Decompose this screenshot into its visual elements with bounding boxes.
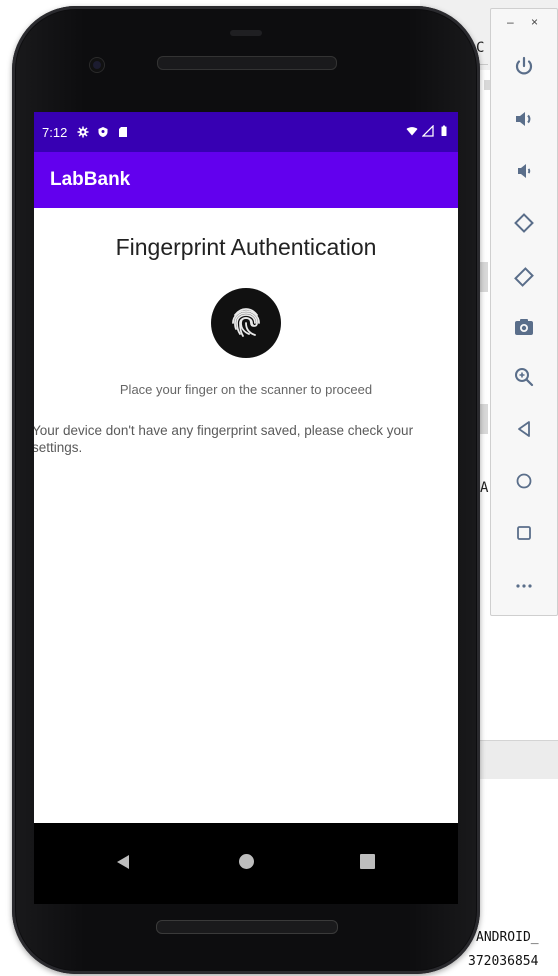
screenshot-button[interactable] [491, 305, 557, 349]
fingerprint-button[interactable] [211, 288, 281, 358]
zoom-in-icon [515, 368, 534, 387]
overview-button[interactable] [491, 511, 557, 555]
ide-scroll-mark [480, 404, 488, 434]
shield-icon [98, 127, 108, 137]
zoom-button[interactable] [491, 355, 557, 399]
overview-square-icon [517, 526, 531, 540]
nav-back-icon[interactable] [114, 853, 132, 871]
rotate-left-button[interactable] [491, 201, 557, 245]
fingerprint-screen: Fingerprint Authentication Place your fi… [34, 208, 458, 823]
app-title: LabBank [50, 169, 131, 190]
back-button[interactable] [491, 407, 557, 451]
earpiece [230, 30, 262, 36]
console-line: 372036854 [468, 954, 539, 969]
wifi-icon [406, 127, 418, 136]
settings-icon [77, 126, 89, 138]
more-button[interactable] [491, 563, 557, 607]
battery-icon [441, 125, 447, 136]
status-time: 7:12 [42, 124, 68, 140]
rotate-right-icon [514, 267, 534, 287]
bottom-speaker-grille [156, 920, 338, 934]
front-camera [90, 58, 104, 72]
camera-icon [515, 319, 533, 335]
page-title: Fingerprint Authentication [115, 234, 377, 260]
fingerprint-instruction: Place your finger on the scanner to proc… [119, 382, 373, 397]
status-bar: 7:12 [34, 112, 458, 152]
rotate-right-button[interactable] [491, 255, 557, 299]
minimize-button[interactable]: – [507, 15, 514, 29]
volume-up-icon [516, 112, 531, 126]
navigation-bar [34, 823, 458, 904]
device-screen: 7:12 LabBank Fingerprint Authentication [34, 112, 458, 904]
nav-recents-icon[interactable] [360, 854, 375, 869]
fingerprint-error-message: Your device don't have any fingerprint s… [34, 423, 414, 455]
fingerprint-icon [232, 308, 260, 337]
close-button[interactable]: × [531, 15, 538, 29]
ide-fragment-mid: A [480, 480, 489, 496]
more-icon [516, 584, 532, 588]
app-bar: LabBank [34, 152, 458, 208]
volume-up-button[interactable] [491, 97, 557, 141]
power-icon [515, 56, 533, 75]
phone-frame: 7:12 LabBank Fingerprint Authentication [12, 6, 480, 974]
home-circle-icon [516, 473, 532, 489]
nav-home-icon[interactable] [239, 854, 254, 869]
sd-card-icon [119, 127, 128, 137]
volume-down-button[interactable] [491, 149, 557, 193]
emulator-toolbar: – × [490, 8, 558, 616]
top-speaker-grille [157, 56, 337, 70]
ide-scroll-mark [480, 262, 488, 292]
back-triangle-icon [518, 421, 530, 437]
signal-icon [422, 125, 434, 137]
volume-down-icon [518, 164, 531, 178]
console-line: ANDROID_ [476, 930, 539, 945]
power-button[interactable] [491, 45, 557, 89]
home-button[interactable] [491, 459, 557, 503]
rotate-left-icon [514, 213, 534, 233]
